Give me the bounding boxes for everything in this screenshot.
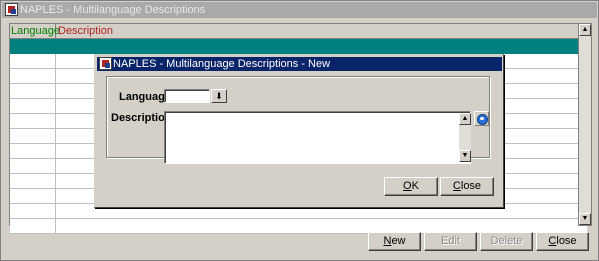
cell-language xyxy=(10,174,56,188)
window-titlebar: NAPLES - Multilanguage Descriptions xyxy=(2,2,597,18)
cell-language xyxy=(10,69,56,83)
dialog-close-button[interactable]: Close xyxy=(440,177,494,196)
cell-language xyxy=(10,99,56,113)
scroll-down-icon[interactable]: ▼ xyxy=(579,213,591,225)
app-icon xyxy=(99,57,112,70)
cell-language xyxy=(10,204,56,218)
cell-language xyxy=(10,84,56,98)
scroll-up-icon[interactable]: ▲ xyxy=(579,24,591,36)
cell-language xyxy=(10,159,56,173)
description-label: Description xyxy=(111,112,172,124)
cell-language xyxy=(10,114,56,128)
dialog-title: NAPLES - Multilanguage Descriptions - Ne… xyxy=(113,58,331,70)
dialog-panel: Language ⬇ Description ▲ ▼ xyxy=(106,76,490,164)
cell-language xyxy=(10,219,56,233)
down-arrow-icon[interactable]: ⬇ xyxy=(211,89,227,103)
scroll-down-icon[interactable]: ▼ xyxy=(459,150,471,162)
description-field[interactable] xyxy=(164,111,471,164)
scroll-up-icon[interactable]: ▲ xyxy=(459,113,471,125)
cell-language xyxy=(10,189,56,203)
app-icon xyxy=(5,3,18,16)
new-description-dialog: NAPLES - Multilanguage Descriptions - Ne… xyxy=(94,54,504,208)
edit-text-icon[interactable] xyxy=(474,111,489,126)
grid-scrollbar[interactable]: ▲ ▼ xyxy=(578,23,592,226)
cell-language xyxy=(10,144,56,158)
language-field[interactable] xyxy=(164,89,210,103)
cell-language xyxy=(10,129,56,143)
window-title: NAPLES - Multilanguage Descriptions xyxy=(20,4,206,16)
grid-header: Language Description xyxy=(10,24,587,39)
column-header-language[interactable]: Language xyxy=(10,24,60,39)
description-scrollbar[interactable]: ▲ ▼ xyxy=(459,113,471,162)
cell-language xyxy=(10,54,56,68)
ok-button[interactable]: OK xyxy=(384,177,438,196)
cell-language xyxy=(10,39,56,53)
new-button[interactable]: New xyxy=(368,232,421,251)
table-row[interactable] xyxy=(10,39,587,54)
delete-button[interactable]: Delete xyxy=(480,232,533,251)
dialog-titlebar: NAPLES - Multilanguage Descriptions - Ne… xyxy=(97,57,502,71)
edit-button[interactable]: Edit xyxy=(424,232,477,251)
column-header-description[interactable]: Description xyxy=(57,24,113,39)
close-button[interactable]: Close xyxy=(536,232,589,251)
